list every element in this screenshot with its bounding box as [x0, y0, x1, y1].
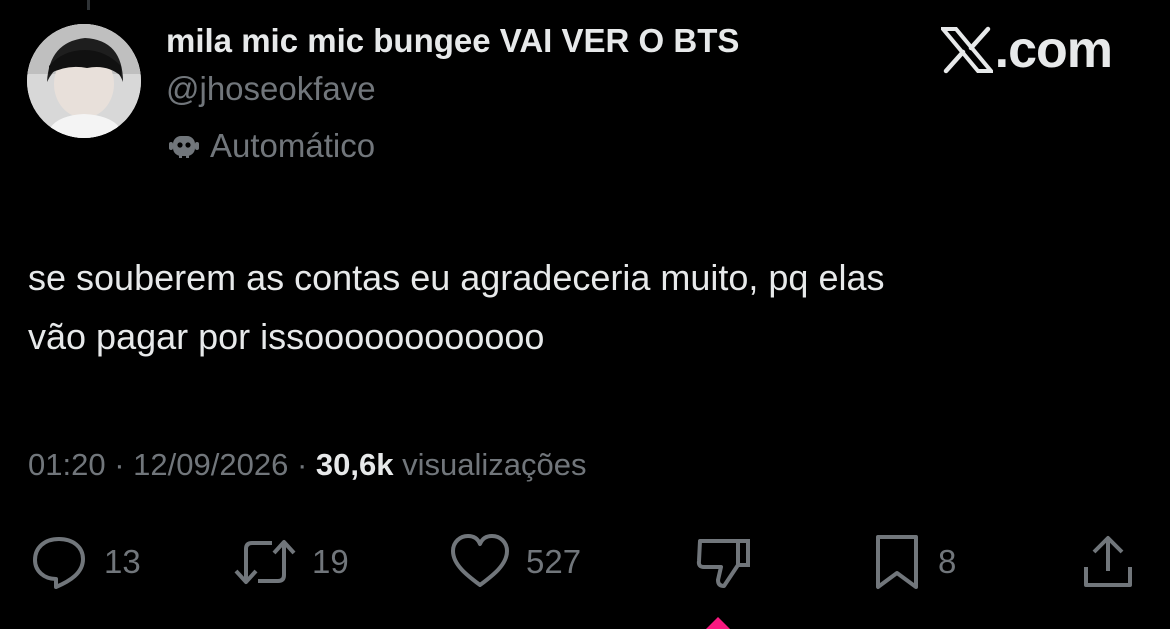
avatar[interactable]: [27, 24, 141, 138]
display-name[interactable]: mila mic mic bungee VAI VER O BTS: [166, 22, 739, 60]
brand-text: .com: [994, 21, 1113, 79]
tweet-time[interactable]: 01:20: [28, 447, 106, 482]
x-logo-icon: [938, 26, 995, 74]
bot-icon: [166, 128, 202, 164]
reply-icon: [33, 537, 85, 589]
handle[interactable]: @jhoseokfave: [166, 70, 376, 108]
views-label: visualizações: [402, 447, 587, 482]
automated-text: Automático: [210, 127, 376, 164]
like-button[interactable]: 527: [448, 530, 581, 594]
automated-label: Automático: [166, 127, 375, 165]
bookmark-icon: [876, 535, 918, 589]
repost-count: 19: [312, 543, 349, 580]
share-button[interactable]: [1078, 530, 1138, 594]
reply-button[interactable]: 13: [28, 530, 141, 594]
dislike-button[interactable]: [694, 530, 754, 594]
thread-line: [87, 0, 90, 10]
tweet-line: vão pagar por issoooooooooooo: [28, 316, 545, 357]
tweet-text: se souberem as contas eu agradeceria mui…: [28, 248, 1138, 366]
dislike-icon: [696, 539, 750, 588]
views-count[interactable]: 30,6k: [316, 447, 394, 482]
bookmark-count: 8: [938, 543, 957, 580]
like-icon: [451, 534, 509, 587]
share-icon: [1084, 536, 1132, 587]
repost-button[interactable]: 19: [232, 530, 349, 594]
repost-icon: [234, 540, 296, 584]
meta-separator: ·: [296, 447, 308, 482]
tweet-date[interactable]: 12/09/2026: [133, 447, 288, 482]
reply-count: 13: [104, 543, 141, 580]
overflow-indicator: [706, 617, 730, 629]
action-bar: 13 19 527 8: [0, 530, 1170, 600]
meta-separator: ·: [114, 447, 125, 482]
tweet-line: se souberem as contas eu agradeceria mui…: [28, 257, 885, 298]
brand-watermark: .com: [938, 20, 1113, 80]
bookmark-button[interactable]: 8: [870, 530, 956, 594]
tweet-meta: 01:20 · 12/09/2026 · 30,6k visualizações: [28, 447, 586, 483]
like-count: 527: [526, 543, 582, 580]
